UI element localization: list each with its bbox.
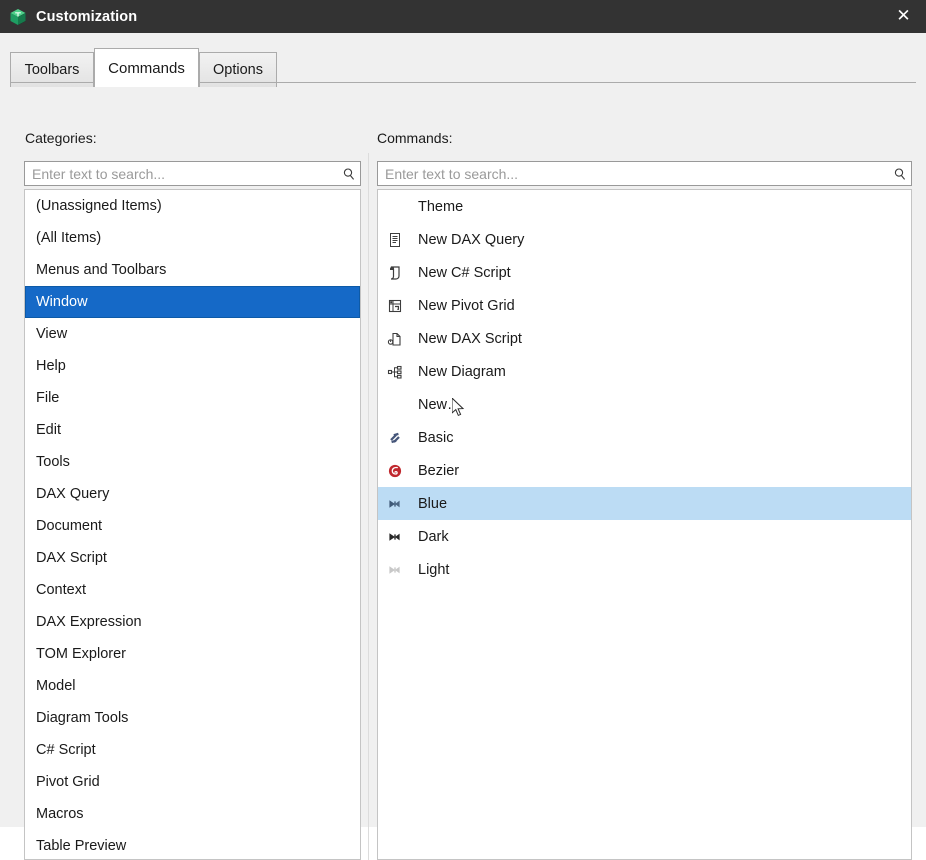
command-row[interactable]: Theme [378,190,911,223]
category-label: Diagram Tools [36,710,129,726]
tab-strip: Toolbars Commands Options [0,48,926,87]
theme-blue-icon [378,496,412,512]
theme-basic-icon [378,430,412,446]
pane-divider [368,153,369,860]
commands-search-input[interactable]: Enter text to search... [377,161,912,186]
command-label: New DAX Query [418,231,525,248]
categories-label: Categories: [25,130,97,146]
window-title: Customization [36,8,138,25]
category-label: Pivot Grid [36,774,100,790]
categories-search-input[interactable]: Enter text to search... [24,161,361,186]
pivot-grid-icon [378,298,412,314]
command-row[interactable]: New DAX Script [378,322,911,355]
category-row[interactable]: DAX Script [25,542,360,574]
search-icon[interactable] [338,162,360,185]
command-label: Light [418,561,450,578]
theme-bezier-icon [378,463,412,479]
commands-label: Commands: [377,130,453,146]
command-label: New C# Script [418,264,511,281]
category-label: View [36,326,68,342]
category-label: C# Script [36,742,96,758]
command-row[interactable]: New C# Script [378,256,911,289]
command-label: New DAX Script [418,330,522,347]
category-label: DAX Query [36,486,110,502]
category-row[interactable]: Diagram Tools [25,702,360,734]
category-label: Help [36,358,66,374]
category-row[interactable]: Tools [25,446,360,478]
category-row[interactable]: Pivot Grid [25,766,360,798]
command-row[interactable]: New DAX Query [378,223,911,256]
command-label: Basic [418,429,454,446]
tab-commands[interactable]: Commands [94,48,199,87]
command-row[interactable]: New Diagram [378,355,911,388]
command-label: New Pivot Grid [418,297,515,314]
category-row[interactable]: Table Preview [25,830,360,859]
commands-search-placeholder: Enter text to search... [385,165,519,182]
category-row[interactable]: TOM Explorer [25,638,360,670]
category-label: (All Items) [36,230,102,246]
command-label: Dark [418,528,449,545]
category-row[interactable]: C# Script [25,734,360,766]
command-row[interactable]: New Pivot Grid [378,289,911,322]
category-label: Edit [36,422,61,438]
category-label: Menus and Toolbars [36,262,167,278]
category-row[interactable]: DAX Query [25,478,360,510]
command-row[interactable]: Bezier [378,454,911,487]
command-label: Theme [418,198,464,215]
categories-list[interactable]: (Unassigned Items) (All Items) Menus and T… [24,189,361,860]
category-row[interactable]: Window [25,286,360,318]
command-row[interactable]: Blue [378,487,911,520]
category-row[interactable]: Help [25,350,360,382]
category-label: Document [36,518,103,534]
category-label: (Unassigned Items) [36,198,162,214]
category-row[interactable]: DAX Expression [25,606,360,638]
category-label: TOM Explorer [36,646,126,662]
document-icon [378,232,412,248]
command-label: New Diagram [418,363,506,380]
diagram-icon [378,364,412,380]
category-row[interactable]: Macros [25,798,360,830]
dialog-body: Toolbars Commands Options Categories: Co… [0,33,926,860]
category-row[interactable]: (Unassigned Items) [25,190,360,222]
command-label: Bezier [418,462,460,479]
dax-script-icon [378,331,412,347]
category-label: Window [36,294,88,310]
commands-list[interactable]: Theme New DAX Query New C# Script New Pivot… [377,189,912,860]
category-row[interactable]: Edit [25,414,360,446]
categories-search-placeholder: Enter text to search... [32,165,166,182]
category-label: Table Preview [36,838,127,854]
search-icon[interactable] [889,162,911,185]
theme-dark-icon [378,529,412,545]
category-label: Model [36,678,76,694]
command-row[interactable]: Basic [378,421,911,454]
command-row[interactable]: New… [378,388,911,421]
category-row[interactable]: Document [25,510,360,542]
category-label: Context [36,582,86,598]
category-label: DAX Expression [36,614,142,630]
csharp-script-icon [378,265,412,281]
category-row[interactable]: View [25,318,360,350]
title-bar: Customization ✕ [0,0,926,33]
category-label: Macros [36,806,84,822]
command-row[interactable]: Light [378,553,911,586]
category-row[interactable]: File [25,382,360,414]
category-label: Tools [36,454,70,470]
category-row[interactable]: (All Items) [25,222,360,254]
command-label: New… [418,396,462,413]
category-label: File [36,390,60,406]
command-label: Blue [418,495,448,512]
category-row[interactable]: Menus and Toolbars [25,254,360,286]
theme-light-icon [378,562,412,578]
category-row[interactable]: Context [25,574,360,606]
category-row[interactable]: Model [25,670,360,702]
cube-icon [9,8,27,26]
command-row[interactable]: Dark [378,520,911,553]
close-icon[interactable]: ✕ [881,0,926,33]
category-label: DAX Script [36,550,107,566]
